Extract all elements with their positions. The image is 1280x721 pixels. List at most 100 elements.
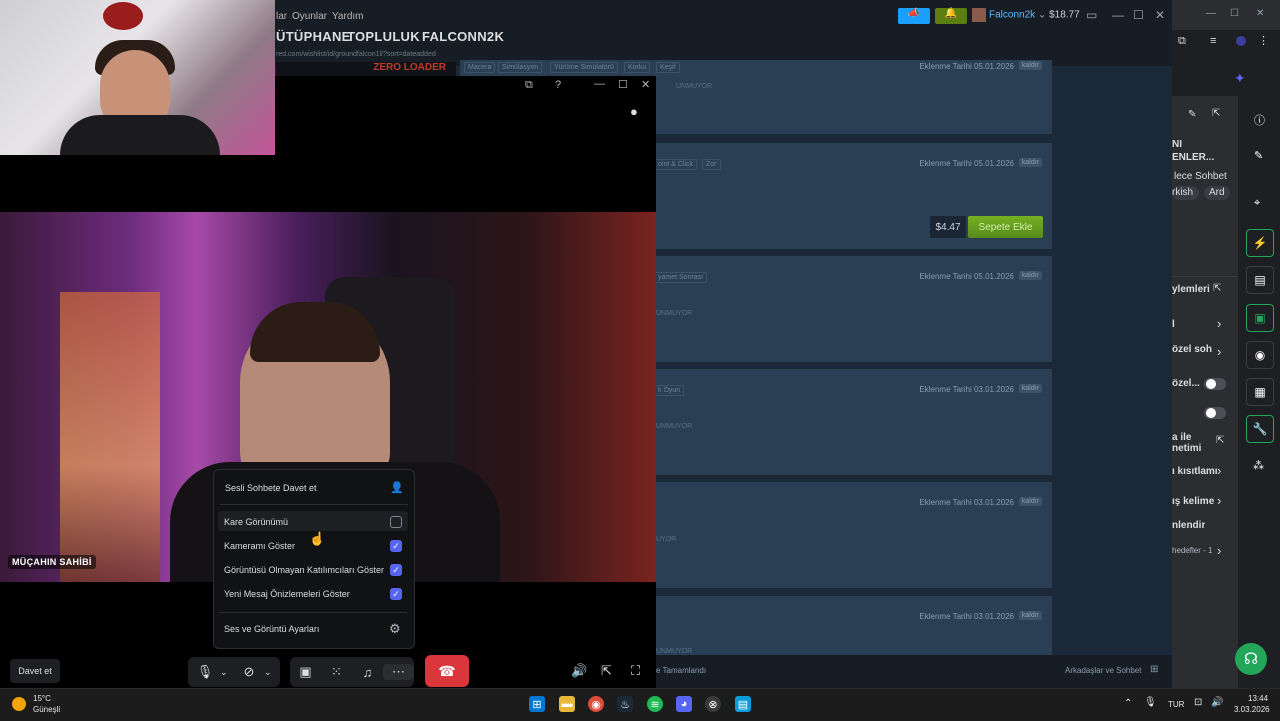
chevron-right-icon[interactable]: › — [1217, 543, 1221, 558]
apps-icon[interactable]: ⁂ — [1253, 459, 1264, 472]
show-non-video-item[interactable]: Görüntüsü Olmayan Katılımcıları Göster — [224, 565, 384, 575]
notification-bell-icon[interactable]: 🔔 — [935, 8, 967, 24]
extensions-icon[interactable]: ⧉ — [1178, 35, 1186, 48]
close-icon[interactable]: ✕ — [641, 78, 650, 91]
camera-off-icon[interactable]: ⊘ — [234, 664, 264, 680]
add-to-cart-button[interactable]: Sepete Ekle — [968, 216, 1043, 238]
remove-button[interactable]: kaldır — [1018, 497, 1042, 506]
tag[interactable]: Macera — [464, 62, 496, 73]
help-icon[interactable]: ☊ — [1235, 643, 1267, 675]
tag[interactable]: Keşif — [656, 62, 680, 73]
maximize-icon[interactable]: ☐ — [618, 78, 628, 91]
microphone-icon[interactable]: 🎙 — [190, 664, 220, 680]
invite-button[interactable]: Davet et — [10, 659, 60, 683]
bolt-icon[interactable]: ⚡ — [1246, 229, 1274, 257]
screen-icon[interactable]: ▭ — [1086, 8, 1097, 22]
show-camera-checkbox[interactable]: ✓ — [390, 540, 402, 552]
show-non-video-checkbox[interactable]: ✓ — [390, 564, 402, 576]
discord-icon[interactable]: ◕ — [676, 696, 692, 712]
chat-add-icon[interactable]: ⊞ — [1150, 664, 1158, 675]
volume-icon[interactable]: 🔊 — [571, 663, 587, 679]
screen-share-icon[interactable]: ⧉ — [525, 79, 533, 92]
tag[interactable]: Yürüme Simülatörü — [550, 62, 618, 73]
close-icon[interactable]: ✕ — [1256, 8, 1264, 19]
more-icon[interactable]: ⋮ — [1258, 34, 1269, 47]
layout-icon[interactable]: ▦ — [1246, 378, 1274, 406]
menu-icon[interactable]: ≡ — [1210, 35, 1216, 47]
microphone-icon[interactable]: 🎙 — [1144, 697, 1157, 708]
tag[interactable]: lı Oyun — [654, 385, 685, 396]
setting-item[interactable]: ı kısıtlamı — [1172, 466, 1218, 477]
setting-item[interactable]: hedefler - 1 — [1172, 546, 1212, 555]
account-menu[interactable]: Falconn2k ⌄ $18.77 — [972, 8, 1080, 24]
chevron-right-icon[interactable]: › — [1217, 344, 1221, 359]
minimize-icon[interactable]: — — [594, 78, 605, 90]
document-icon[interactable]: ▤ — [1246, 266, 1274, 294]
edit-icon[interactable]: ✎ — [1188, 109, 1196, 120]
remove-button[interactable]: kaldır — [1018, 61, 1042, 70]
end-call-button[interactable]: ☎ — [425, 655, 469, 687]
tag[interactable]: Simülasyon — [498, 62, 543, 73]
steam-icon[interactable]: ♨ — [617, 696, 633, 712]
volume-icon[interactable]: 🔊 — [1211, 697, 1223, 708]
popout-icon[interactable]: ⇱ — [1212, 108, 1220, 119]
screen-share-icon[interactable]: ▣ — [290, 664, 321, 680]
menu-view[interactable]: lar — [276, 11, 287, 22]
chevron-right-icon[interactable]: › — [1217, 316, 1221, 331]
chevron-down-icon[interactable]: ⌄ — [264, 667, 278, 678]
weather-temp[interactable]: 15°C — [33, 694, 51, 703]
soundboard-icon[interactable]: ♫ — [352, 665, 383, 680]
clock-date[interactable]: 3.03.2026 — [1234, 705, 1270, 714]
grid-view-item[interactable]: Kare Görünümü — [224, 517, 288, 527]
minimize-icon[interactable]: — — [1112, 8, 1124, 22]
tag[interactable]: yamet Sonrası — [654, 272, 708, 283]
clock-time[interactable]: 13:44 — [1248, 694, 1268, 703]
tag[interactable]: Korku — [624, 62, 651, 73]
weather-condition[interactable]: Güneşli — [33, 705, 60, 714]
fullscreen-icon[interactable]: ⛶ — [631, 663, 640, 679]
menu-help[interactable]: Yardım — [332, 11, 364, 22]
windows-start-icon[interactable]: ⊞ — [529, 696, 545, 712]
profile-icon[interactable] — [1236, 36, 1246, 46]
setting-item[interactable]: özel soh — [1172, 344, 1212, 355]
chat-bubble-icon[interactable]: ● — [630, 104, 638, 119]
maximize-icon[interactable]: ☐ — [1230, 8, 1239, 19]
remove-button[interactable]: kaldır — [1018, 271, 1042, 280]
tag[interactable]: oint & Click — [654, 159, 698, 170]
xbox-icon[interactable]: ⊗ — [705, 696, 721, 712]
tag[interactable]: Zor — [702, 159, 721, 170]
download-status[interactable]: e Tamamlandı — [656, 666, 706, 675]
chrome-icon[interactable]: ◉ — [588, 696, 604, 712]
broadcast-icon[interactable]: ◉ — [1246, 341, 1274, 369]
minimize-icon[interactable]: — — [1206, 8, 1216, 19]
nav-community[interactable]: TOPLULUK — [347, 29, 420, 44]
chat-icon[interactable]: ▣ — [1246, 304, 1274, 332]
maximize-icon[interactable]: ☐ — [1133, 8, 1144, 22]
remove-button[interactable]: kaldır — [1018, 158, 1042, 167]
chevron-up-icon[interactable]: ⌃ — [1124, 698, 1132, 709]
remove-button[interactable]: kaldır — [1018, 611, 1042, 620]
chevron-down-icon[interactable]: ⌄ — [220, 667, 234, 678]
activities-icon[interactable]: ⁙ — [321, 664, 352, 680]
notepad-icon[interactable]: ▤ — [735, 696, 751, 712]
nav-library[interactable]: ÜTÜPHANE — [276, 29, 351, 44]
grid-view-checkbox[interactable] — [390, 516, 402, 528]
pencil-icon[interactable]: ✎ — [1254, 149, 1263, 162]
gear-icon[interactable]: ⚙ — [389, 621, 401, 637]
setting-item[interactable]: ış kelime — [1172, 496, 1214, 507]
more-options-icon[interactable]: ⋯ — [383, 664, 414, 680]
show-camera-item[interactable]: Kameramı Göster — [224, 541, 295, 551]
show-previews-item[interactable]: Yeni Mesaj Önizlemeleri Göster — [224, 589, 350, 599]
announce-icon[interactable]: 📣 — [898, 8, 930, 24]
file-explorer-icon[interactable]: ▬ — [559, 696, 575, 712]
show-previews-checkbox[interactable]: ✓ — [390, 588, 402, 600]
friends-chat-button[interactable]: Arkadaşlar ve Sohbet — [1065, 666, 1142, 675]
scan-icon[interactable]: ⌖ — [1254, 197, 1260, 210]
language-chip[interactable]: rkish — [1172, 186, 1200, 200]
popout-icon[interactable]: ⇱ — [1216, 435, 1224, 446]
nav-profile[interactable]: FALCONN2K — [422, 29, 504, 44]
setting-item[interactable]: nlendir — [1172, 520, 1205, 531]
popout-icon[interactable]: ⇱ — [1213, 283, 1221, 294]
wrench-icon[interactable]: 🔧 — [1246, 415, 1274, 443]
popout-icon[interactable]: ⇱ — [601, 663, 612, 679]
